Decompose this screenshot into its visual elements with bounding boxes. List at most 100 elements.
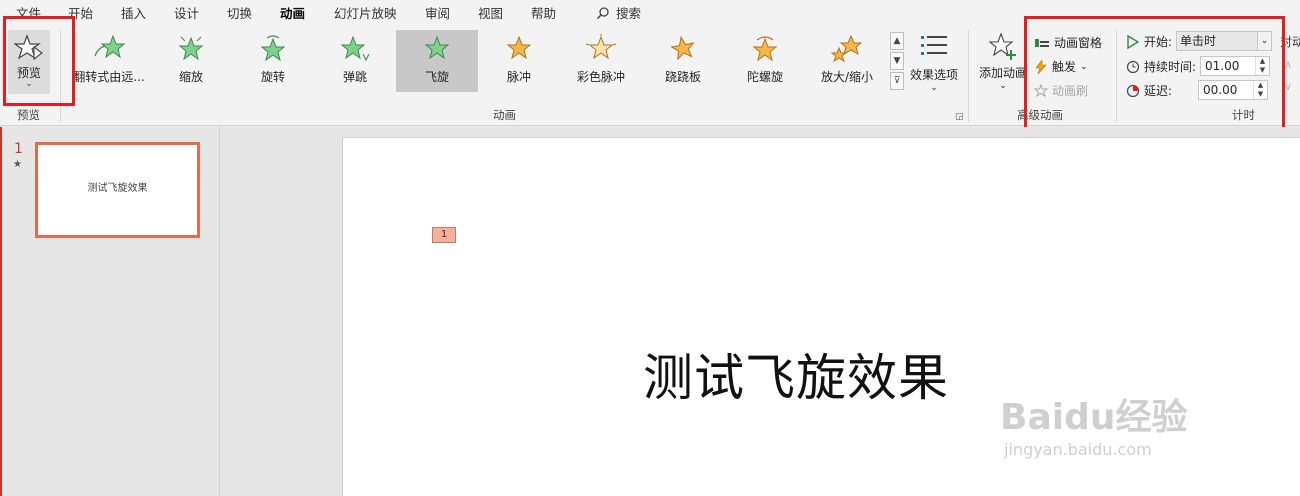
green-star-icon bbox=[424, 35, 450, 60]
tab-view[interactable]: 视图 bbox=[478, 3, 503, 22]
slide-number: 1 bbox=[14, 141, 23, 157]
gallery-scroll: ▲ ▼ ⊽ bbox=[890, 32, 906, 92]
animation-item-float-in[interactable]: 翻转式由远... bbox=[68, 30, 150, 92]
menu-tabs: 文件 开始 插入 设计 切换 动画 幻灯片放映 审阅 视图 帮助 搜索 bbox=[0, 0, 1300, 26]
thumbnail-text: 测试飞旋效果 bbox=[87, 183, 148, 194]
animation-painter-button[interactable]: 动画刷 bbox=[1034, 82, 1088, 99]
tab-transitions[interactable]: 切换 bbox=[227, 3, 252, 22]
tab-home[interactable]: 开始 bbox=[68, 3, 93, 22]
trigger-button[interactable]: 触发 ⌄ bbox=[1034, 58, 1088, 75]
delay-clock-icon bbox=[1126, 84, 1140, 97]
chevron-down-icon: ⌄ bbox=[930, 83, 938, 93]
tab-help[interactable]: 帮助 bbox=[531, 3, 556, 22]
reorder-arrows[interactable]: ∧ ∨ bbox=[1284, 54, 1292, 98]
powerpoint-window: 文件 开始 插入 设计 切换 动画 幻灯片放映 审阅 视图 帮助 搜索 预览 ⌄… bbox=[0, 0, 1300, 496]
clock-icon bbox=[1126, 60, 1140, 73]
animation-item-color-pulse[interactable]: 彩色脉冲 bbox=[560, 30, 642, 92]
preview-star-icon bbox=[14, 34, 43, 61]
duration-row: 持续时间: bbox=[1126, 58, 1196, 75]
tab-slide-show[interactable]: 幻灯片放映 bbox=[334, 3, 397, 22]
lightning-icon bbox=[1035, 59, 1047, 74]
search-box[interactable]: 搜索 bbox=[596, 3, 641, 22]
chevron-down-icon: ⌄ bbox=[1257, 32, 1271, 50]
effect-options-button[interactable]: 效果选项 ⌄ bbox=[908, 34, 960, 93]
animation-item-label: 旋转 bbox=[260, 70, 285, 84]
gallery-scroll-up[interactable]: ▲ bbox=[890, 32, 904, 50]
group-label-advanced: 高级动画 bbox=[1017, 108, 1063, 122]
tab-animations[interactable]: 动画 bbox=[280, 3, 306, 26]
add-animation-button[interactable]: 添加动画 ⌄ bbox=[976, 32, 1030, 91]
animation-order-tag[interactable]: 1 bbox=[432, 227, 456, 243]
watermark-logo: Baidu经验 bbox=[1000, 397, 1188, 438]
delay-row: 延迟: bbox=[1126, 82, 1172, 99]
animation-item-spin[interactable]: 旋转 bbox=[232, 30, 314, 92]
effect-options-label: 效果选项 bbox=[909, 68, 958, 82]
animation-pane-label: 动画窗格 bbox=[1054, 36, 1103, 50]
animation-item-label: 弹跳 bbox=[342, 70, 367, 84]
animation-pane-icon bbox=[1035, 38, 1049, 47]
animation-item-teeter[interactable]: 跷跷板 bbox=[642, 30, 724, 92]
search-label: 搜索 bbox=[616, 6, 642, 21]
group-label-timing: 计时 bbox=[1232, 108, 1255, 122]
animation-item-grow-shrink[interactable]: 放大/缩小 bbox=[806, 30, 888, 92]
slide-title-text[interactable]: 测试飞旋效果 bbox=[643, 338, 949, 410]
gallery-scroll-down[interactable]: ▼ bbox=[890, 52, 904, 70]
play-icon bbox=[1127, 34, 1140, 49]
delay-input[interactable]: 00.00 ▲ ▼ bbox=[1198, 80, 1268, 100]
duration-input[interactable]: 01.00 ▲ ▼ bbox=[1200, 56, 1270, 76]
animation-item-bounce[interactable]: 弹跳 bbox=[314, 30, 396, 92]
baidu-watermark: Baidu经验 jingyan.baidu.com bbox=[1000, 388, 1230, 468]
watermark-url: jingyan.baidu.com bbox=[1004, 440, 1152, 459]
add-star-icon bbox=[988, 32, 1016, 60]
animation-item-label: 跷跷板 bbox=[664, 70, 701, 84]
animation-item-label: 翻转式由远... bbox=[73, 70, 145, 84]
orange-star-icon bbox=[830, 34, 863, 63]
animation-pane-button[interactable]: 动画窗格 bbox=[1034, 34, 1102, 51]
slide-thumbnail[interactable]: 测试飞旋效果 bbox=[35, 142, 200, 238]
animation-item-label: 彩色脉冲 bbox=[576, 70, 625, 84]
animation-item-zoom[interactable]: 缩放 bbox=[150, 30, 232, 92]
painter-star-icon bbox=[1034, 83, 1048, 97]
spinner-arrows[interactable]: ▲ ▼ bbox=[1255, 57, 1269, 75]
start-select[interactable]: 单击时 ⌄ bbox=[1176, 31, 1272, 51]
chevron-down-icon[interactable]: ⌄ bbox=[25, 79, 33, 89]
animation-item-label: 脉冲 bbox=[506, 70, 531, 84]
start-row: 开始: bbox=[1126, 33, 1172, 50]
start-label: 开始: bbox=[1144, 35, 1173, 49]
trigger-label: 触发 bbox=[1052, 60, 1077, 74]
orange-star-icon bbox=[670, 35, 695, 61]
animation-item-swivel[interactable]: 飞旋 bbox=[396, 30, 478, 92]
tab-design[interactable]: 设计 bbox=[174, 3, 199, 22]
tab-file[interactable]: 文件 bbox=[16, 3, 41, 22]
list-icon bbox=[921, 36, 947, 55]
group-label-animation: 动画 bbox=[493, 108, 516, 122]
green-star-icon bbox=[94, 34, 126, 59]
start-value: 单击时 bbox=[1180, 34, 1217, 48]
animation-item-label: 缩放 bbox=[178, 70, 203, 84]
preview-button[interactable]: 预览 ⌄ bbox=[8, 30, 50, 94]
duration-value: 01.00 bbox=[1205, 59, 1240, 73]
divider bbox=[968, 30, 969, 122]
green-star-icon bbox=[260, 35, 286, 62]
dialog-launcher-icon[interactable]: ◲ bbox=[955, 112, 964, 122]
orange-star-icon bbox=[585, 34, 617, 60]
animation-painter-label: 动画刷 bbox=[1052, 84, 1089, 98]
animation-item-label: 飞旋 bbox=[424, 70, 449, 84]
gallery-more[interactable]: ⊽ bbox=[890, 72, 904, 90]
slides-pane: 1 ★ 测试飞旋效果 bbox=[0, 127, 220, 496]
orange-star-icon bbox=[506, 35, 532, 60]
animation-item-label: 放大/缩小 bbox=[820, 70, 874, 84]
animation-gallery: 翻转式由远... 缩放 旋转 弹跳 飞旋 脉冲 彩色脉冲 跷跷板 陀螺旋 放大/… bbox=[68, 30, 888, 92]
divider bbox=[60, 30, 61, 122]
tab-review[interactable]: 审阅 bbox=[425, 3, 450, 22]
orange-star-icon bbox=[752, 36, 778, 62]
green-star-icon bbox=[340, 35, 370, 62]
group-label-preview: 预览 bbox=[17, 108, 40, 122]
spinner-arrows[interactable]: ▲ ▼ bbox=[1253, 81, 1267, 99]
window-edge bbox=[0, 127, 2, 496]
tab-insert[interactable]: 插入 bbox=[121, 3, 146, 22]
animation-item-spin-emphasis[interactable]: 陀螺旋 bbox=[724, 30, 806, 92]
duration-label: 持续时间: bbox=[1144, 60, 1197, 74]
animation-star-icon: ★ bbox=[13, 159, 22, 170]
animation-item-pulse[interactable]: 脉冲 bbox=[478, 30, 560, 92]
